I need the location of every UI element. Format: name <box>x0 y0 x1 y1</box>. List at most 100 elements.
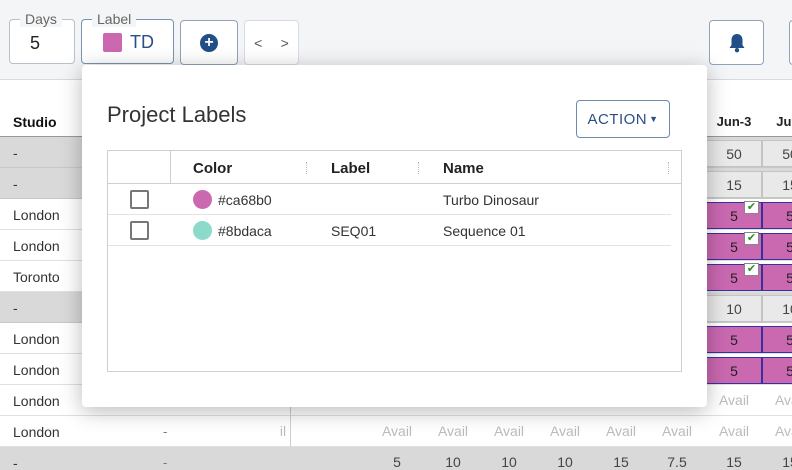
schedule-cell[interactable]: 5 ✔ <box>706 232 762 260</box>
table-row[interactable]: #8bdaca SEQ01 Sequence 01 <box>108 215 671 246</box>
grid-row: London - il Avail Avail Avail Avail Avail Avail A… <box>0 416 792 447</box>
cell-value: 5 <box>786 239 792 255</box>
project-labels-dialog: Project Labels ACTION ▼ Color Label Name… <box>82 65 707 407</box>
studio-cell: London <box>13 238 60 254</box>
label-value: SEQ01 <box>331 223 377 239</box>
cell-value: 5 <box>730 239 738 255</box>
color-dot-icon <box>193 221 212 240</box>
add-button[interactable]: + <box>180 20 238 65</box>
studio-cell: - <box>13 300 18 316</box>
name-value: Turbo Dinosaur <box>443 192 539 208</box>
schedule-cell[interactable]: 5 <box>762 326 792 353</box>
cell-value: 15 <box>782 177 792 193</box>
schedule-cell[interactable]: 5 <box>762 233 792 260</box>
column-resize-handle[interactable] <box>418 162 419 174</box>
action-button[interactable]: ACTION ▼ <box>576 100 670 138</box>
schedule-cell[interactable]: Avail <box>537 416 593 447</box>
schedule-cell[interactable]: 15 <box>762 171 792 198</box>
studio-cell: London <box>13 331 60 347</box>
days-legend: Days <box>20 11 62 27</box>
schedule-cell[interactable]: Avail <box>762 385 792 416</box>
checkmark-icon: ✔ <box>744 232 759 245</box>
cell-value: 5 <box>786 332 792 348</box>
schedule-cell[interactable]: 50 <box>706 140 762 167</box>
schedule-cell[interactable]: 10 <box>425 447 481 470</box>
schedule-cell[interactable]: 15 <box>706 447 762 470</box>
schedule-cell[interactable]: il <box>263 416 303 447</box>
schedule-cell[interactable]: Avail <box>369 416 425 447</box>
color-column-header[interactable]: Color <box>193 160 232 177</box>
studio-cell: London <box>13 207 60 223</box>
studio-cell: London <box>13 424 60 440</box>
schedule-cell[interactable]: Avail <box>649 416 705 447</box>
row-checkbox[interactable] <box>130 221 149 240</box>
schedule-cell[interactable]: 10 <box>537 447 593 470</box>
row-checkbox[interactable] <box>130 190 149 209</box>
schedule-cell[interactable]: Avail <box>762 416 792 447</box>
schedule-cell[interactable]: 5 ✔ <box>706 201 762 229</box>
placeholder-dash: - <box>163 455 168 470</box>
name-value: Sequence 01 <box>443 223 526 239</box>
studio-header: Studio <box>13 114 57 130</box>
checkmark-icon: ✔ <box>744 201 759 214</box>
table-header: Color Label Name <box>108 151 681 184</box>
schedule-cell[interactable]: Avail <box>481 416 537 447</box>
studio-cell: - <box>13 455 18 470</box>
prev-button[interactable]: < <box>254 35 262 51</box>
grid-row: --5101010157.51515 <box>0 447 792 470</box>
schedule-cell[interactable]: 7.5 <box>649 447 705 470</box>
schedule-cell[interactable]: Avail <box>593 416 649 447</box>
schedule-cell[interactable]: Avail <box>425 416 481 447</box>
cell-value: 5 <box>730 332 738 348</box>
date-nav-group: < > <box>244 20 299 65</box>
studio-cell: London <box>13 362 60 378</box>
cell-value: 5 <box>730 363 738 379</box>
cell-value: 10 <box>726 301 742 317</box>
label-value: TD <box>130 32 154 52</box>
color-value: #ca68b0 <box>218 192 272 208</box>
notifications-button[interactable] <box>709 20 764 65</box>
schedule-cell[interactable]: 5 <box>706 326 762 353</box>
schedule-cell[interactable]: 5 <box>706 357 762 384</box>
schedule-cell[interactable]: 5 <box>369 447 425 470</box>
dialog-title: Project Labels <box>107 102 247 127</box>
label-selector[interactable]: Label TD <box>81 11 174 64</box>
schedule-cell[interactable]: Avail <box>706 416 762 447</box>
schedule-cell[interactable]: Avail <box>706 385 762 416</box>
label-column-header[interactable]: Label <box>331 160 370 177</box>
schedule-cell[interactable]: 15 <box>706 171 762 198</box>
schedule-cell[interactable]: 5 <box>762 202 792 229</box>
studio-cell: - <box>13 145 18 161</box>
column-divider <box>170 151 171 184</box>
color-dot-icon <box>193 190 212 209</box>
schedule-cell[interactable]: 15 <box>762 447 792 470</box>
schedule-cell[interactable]: 10 <box>706 295 762 322</box>
schedule-cell[interactable]: 10 <box>481 447 537 470</box>
checkmark-icon: ✔ <box>744 263 759 276</box>
next-button[interactable]: > <box>281 35 289 51</box>
cell-value: 50 <box>726 146 742 162</box>
days-value: 5 <box>30 33 41 53</box>
labels-table: Color Label Name #ca68b0 Turbo Dinosaur … <box>107 150 682 372</box>
schedule-cell[interactable]: 5 <box>762 264 792 291</box>
schedule-cell[interactable]: 15 <box>593 447 649 470</box>
cell-value: 10 <box>782 301 792 317</box>
cell-value: 5 <box>786 270 792 286</box>
date-header: Jun- <box>776 114 792 129</box>
plus-circle-icon: + <box>200 33 218 52</box>
days-field[interactable]: Days 5 <box>9 11 75 64</box>
column-resize-handle[interactable] <box>306 162 307 174</box>
column-resize-handle[interactable] <box>668 162 669 174</box>
bell-icon <box>729 33 744 52</box>
date-header: Jun-3 <box>716 114 752 129</box>
table-row[interactable]: #ca68b0 Turbo Dinosaur <box>108 184 671 215</box>
schedule-cell[interactable]: 10 <box>762 295 792 322</box>
studio-cell: - <box>13 176 18 192</box>
studio-cell: Toronto <box>13 269 60 285</box>
schedule-cell[interactable]: 5 ✔ <box>706 263 762 291</box>
cell-value: 5 <box>786 363 792 379</box>
cell-value: 15 <box>726 177 742 193</box>
schedule-cell[interactable]: 50 <box>762 140 792 167</box>
schedule-cell[interactable]: 5 <box>762 357 792 384</box>
name-column-header[interactable]: Name <box>443 160 484 177</box>
